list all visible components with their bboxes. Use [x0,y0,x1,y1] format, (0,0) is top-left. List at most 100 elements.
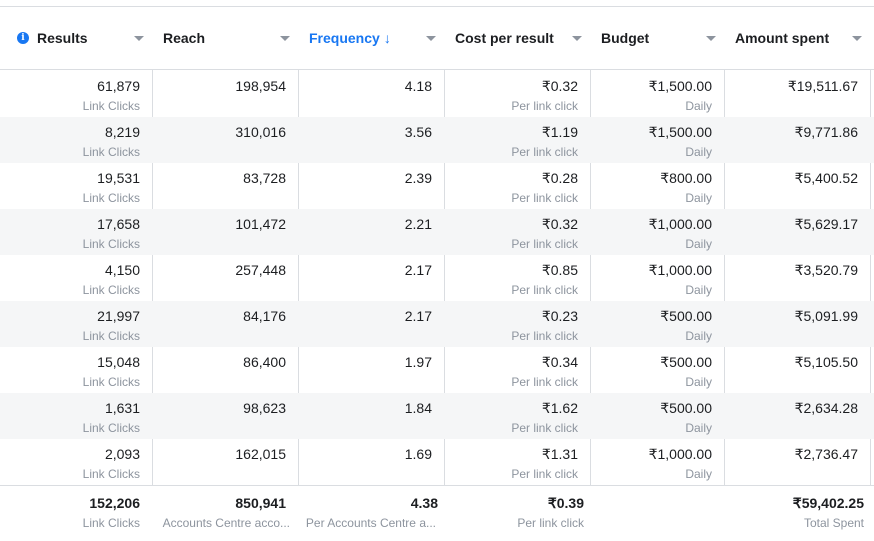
results-value: 17,658 [97,216,140,232]
spent-cell: ₹5,105.50 [724,347,870,393]
budget-value: ₹500.00 [660,308,712,324]
reach-value: 83,728 [243,170,286,186]
total-reach-cell: 850,941 Accounts Centre acco... [152,486,298,532]
column-header-label: Budget [601,30,650,46]
spent-value: ₹2,634.28 [794,400,858,416]
chevron-down-icon[interactable] [572,36,582,41]
total-cost-cell: ₹0.39 Per link click [444,486,590,532]
spent-value: ₹5,629.17 [794,216,858,232]
chevron-down-icon[interactable] [134,36,144,41]
sort-descending-icon[interactable]: ↓ [384,30,391,46]
cost-unit: Per link click [511,237,578,251]
cost-unit: Per link click [511,283,578,297]
reach-cell: 310,016 [152,117,298,163]
table-row[interactable]: 15,048 Link Clicks 86,400 1.97 ₹0.34 Per link… [0,347,874,393]
info-icon[interactable]: i [17,32,29,44]
budget-unit: Daily [685,237,712,251]
column-header-label: Frequency [309,30,380,46]
total-results: 152,206 [89,495,140,511]
frequency-value: 2.17 [404,308,432,324]
table-row[interactable]: 1,631 Link Clicks 98,623 1.84 ₹1.62 Per link … [0,393,874,439]
reach-value: 98,623 [243,400,286,416]
table-row[interactable]: 17,658 Link Clicks 101,472 2.21 ₹0.32 Per lin… [0,209,874,255]
results-cell: 8,219 Link Clicks [0,117,152,163]
chevron-down-icon[interactable] [426,36,436,41]
frequency-value: 4.18 [404,78,432,94]
table-row[interactable]: 2,093 Link Clicks 162,015 1.69 ₹1.31 Per link… [0,439,874,485]
table-row[interactable]: 19,531 Link Clicks 83,728 2.39 ₹0.28 Per link… [0,163,874,209]
budget-cell: ₹1,500.00 Daily [590,71,724,117]
total-reach-unit: Accounts Centre acco... [162,516,290,530]
reach-cell: 198,954 [152,71,298,117]
column-header-results[interactable]: i Results [0,7,152,69]
budget-unit: Daily [685,329,712,343]
column-header-label: Reach [163,30,206,46]
budget-cell: ₹500.00 Daily [590,301,724,347]
budget-value: ₹1,000.00 [648,446,712,462]
total-results-cell: 152,206 Link Clicks [0,486,152,532]
column-header-label: Cost per result [455,30,554,46]
reach-value: 84,176 [243,308,286,324]
frequency-value: 1.69 [404,446,432,462]
spent-cell: ₹5,629.17 [724,209,870,255]
reach-cell: 86,400 [152,347,298,393]
budget-unit: Daily [685,467,712,481]
budget-cell: ₹1,000.00 Daily [590,255,724,301]
reach-value: 310,016 [235,124,286,140]
cost-value: ₹0.34 [541,354,578,370]
budget-unit: Daily [685,145,712,159]
spent-cell: ₹5,400.52 [724,163,870,209]
results-unit: Link Clicks [82,191,140,205]
table-row[interactable]: 4,150 Link Clicks 257,448 2.17 ₹0.85 Per link… [0,255,874,301]
spent-cell: ₹3,520.79 [724,255,870,301]
cost-unit: Per link click [511,329,578,343]
cost-cell: ₹0.28 Per link click [444,163,590,209]
cost-unit: Per link click [511,467,578,481]
results-value: 61,879 [97,78,140,94]
results-cell: 19,531 Link Clicks [0,163,152,209]
frequency-cell: 2.17 [298,255,444,301]
frequency-cell: 1.97 [298,347,444,393]
frequency-cell: 3.56 [298,117,444,163]
spent-cell: ₹2,736.47 [724,439,870,485]
chevron-down-icon[interactable] [280,36,290,41]
spent-cell: ₹5,091.99 [724,301,870,347]
total-cost: ₹0.39 [547,495,584,511]
total-results-unit: Link Clicks [82,516,140,530]
reach-cell: 98,623 [152,393,298,439]
cost-value: ₹1.62 [541,400,578,416]
frequency-value: 1.97 [404,354,432,370]
chevron-down-icon[interactable] [706,36,716,41]
frequency-cell: 1.84 [298,393,444,439]
reach-value: 257,448 [235,262,286,278]
table-header: i Results Reach Frequency ↓ Cost per res… [0,6,874,70]
column-header-label: Results [37,30,88,46]
cost-cell: ₹1.31 Per link click [444,439,590,485]
frequency-cell: 2.17 [298,301,444,347]
cost-cell: ₹1.62 Per link click [444,393,590,439]
frequency-value: 2.39 [404,170,432,186]
column-header-reach[interactable]: Reach [152,7,298,69]
budget-value: ₹1,500.00 [648,124,712,140]
column-header-budget[interactable]: Budget [590,7,724,69]
table-row[interactable]: 21,997 Link Clicks 84,176 2.17 ₹0.23 Per link… [0,301,874,347]
cost-unit: Per link click [511,145,578,159]
results-value: 1,631 [104,400,140,416]
table-row[interactable]: 61,879 Link Clicks 198,954 4.18 ₹0.32 Per lin… [0,71,874,117]
budget-cell: ₹1,000.00 Daily [590,209,724,255]
spent-value: ₹9,771.86 [794,124,858,140]
reach-cell: 162,015 [152,439,298,485]
chevron-down-icon[interactable] [852,36,862,41]
reach-value: 198,954 [235,78,286,94]
budget-value: ₹500.00 [660,400,712,416]
spent-value: ₹19,511.67 [787,78,858,94]
budget-value: ₹1,000.00 [648,216,712,232]
column-header-amount-spent[interactable]: Amount spent [724,7,870,69]
budget-value: ₹1,500.00 [648,78,712,94]
total-spent-cell: ₹59,402.25 Total Spent [724,486,870,532]
results-cell: 21,997 Link Clicks [0,301,152,347]
table-row[interactable]: 8,219 Link Clicks 310,016 3.56 ₹1.19 Per link… [0,117,874,163]
column-header-cost-per-result[interactable]: Cost per result [444,7,590,69]
budget-unit: Daily [685,283,712,297]
column-header-frequency[interactable]: Frequency ↓ [298,7,444,69]
